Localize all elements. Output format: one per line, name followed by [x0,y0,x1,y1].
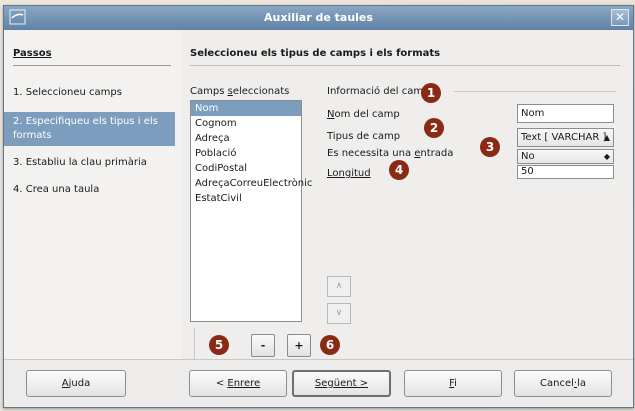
move-down-button[interactable]: ∨ [327,303,351,324]
field-name-input[interactable]: Nom [517,104,614,123]
next-button[interactable]: Següent > [292,370,391,397]
list-item[interactable]: Adreça [191,131,301,146]
field-type-value: Text [ VARCHAR ] [521,132,607,143]
callout-badge: 4 [389,160,409,180]
back-button[interactable]: < Enrere [189,370,287,397]
fields-list-label: Camps seleccionats [190,86,290,97]
required-entry-value: No [521,151,535,162]
table-wizard-dialog: Auxiliar de taules ✕ Passos 1. Seleccion… [3,5,634,408]
steps-panel: Passos 1. Seleccioneu camps 2. Especifiq… [4,30,181,359]
main-panel: Seleccioneu els tipus de camps i els for… [181,30,633,359]
field-type-label: Tipus de camp [327,131,401,142]
tab-divider [194,328,195,359]
list-item[interactable]: EstatCivil [191,191,301,206]
close-icon[interactable]: ✕ [611,9,629,26]
title-divider [190,65,620,66]
steps-divider [13,65,171,66]
bottom-separator [4,359,633,360]
field-name-label: Nom del camp [327,109,400,120]
required-entry-label: Es necessita una entrada [327,148,454,159]
step-primary-key[interactable]: 3. Establiu la clau primària [4,153,175,173]
add-field-button[interactable]: + [287,334,311,357]
updown-arrow-icon: ▲ [603,133,610,142]
finish-button[interactable]: Fi [404,370,502,397]
length-input[interactable]: 50 [517,165,614,179]
field-info-divider [454,91,616,92]
length-label: Longitud [327,168,371,179]
updown-arrow-icon: ◆ [603,152,610,161]
field-info-heading: Informació del camp [327,86,430,97]
list-item[interactable]: CodiPostal [191,161,301,176]
callout-badge: 2 [424,118,444,138]
move-up-button[interactable]: ∧ [327,276,351,297]
callout-badge: 5 [209,335,229,355]
list-item[interactable]: Població [191,146,301,161]
callout-badge: 6 [320,335,340,355]
remove-field-button[interactable]: - [251,334,275,357]
step-field-types[interactable]: 2. Especifiqueu els tipus i els formats [4,112,175,146]
steps-title: Passos [13,48,52,59]
list-item[interactable]: AdreçaCorreuElectrònic [191,176,312,191]
callout-badge: 1 [421,83,441,103]
selected-fields-list[interactable]: Nom Cognom Adreça Població CodiPostal Ad… [190,100,312,322]
required-entry-select[interactable]: No ◆ [517,149,614,164]
step-select-fields[interactable]: 1. Seleccioneu camps [4,83,175,103]
title-bar[interactable]: Auxiliar de taules ✕ [4,6,633,30]
cancel-button[interactable]: Cancel·la [514,370,612,397]
step-create-table[interactable]: 4. Crea una taula [4,180,175,200]
help-button[interactable]: Ajuda [26,370,126,397]
callout-badge: 3 [480,137,500,157]
list-item[interactable]: Nom [191,101,301,116]
list-item[interactable]: Cognom [191,116,301,131]
field-type-select[interactable]: Text [ VARCHAR ] ▲ [517,128,614,147]
window-title: Auxiliar de taules [264,11,373,24]
page-title: Seleccioneu els tipus de camps i els for… [190,48,441,59]
